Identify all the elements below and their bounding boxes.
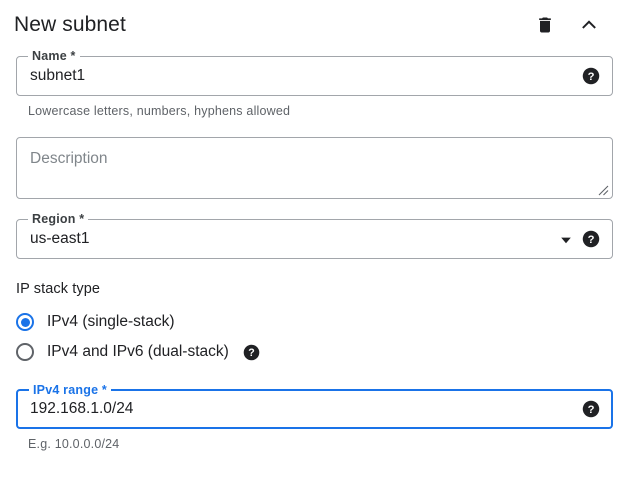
name-field-outline: Name * ? [16, 56, 613, 96]
name-field-group: Name * ? Lowercase letters, numbers, hyp… [16, 56, 613, 119]
description-textarea[interactable] [17, 138, 612, 198]
panel-header: New subnet [0, 0, 629, 46]
subnet-form: Name * ? Lowercase letters, numbers, hyp… [0, 56, 629, 452]
dual-stack-help-icon[interactable]: ? [243, 344, 260, 361]
page-title: New subnet [14, 12, 533, 38]
ip-stack-type-label: IP stack type [16, 279, 613, 299]
radio-option-ipv4-single-stack[interactable]: IPv4 (single-stack) [16, 307, 613, 337]
region-help-icon[interactable]: ? [582, 230, 600, 248]
description-field-outline [16, 137, 613, 199]
radio-label-ipv4-single-stack: IPv4 (single-stack) [47, 312, 174, 332]
ipv4-range-field-label: IPv4 range * [29, 383, 111, 397]
region-field-outline[interactable]: Region * ? [16, 219, 613, 259]
ipv4-range-help-icon[interactable]: ? [582, 400, 600, 418]
region-select-value[interactable] [30, 229, 552, 249]
region-field-row: ? [17, 220, 612, 258]
svg-text:?: ? [588, 234, 595, 246]
ipv4-range-field-group: IPv4 range * ? E.g. 10.0.0.0/24 [16, 389, 613, 452]
svg-text:?: ? [588, 71, 595, 83]
chevron-up-icon [578, 14, 600, 36]
radio-option-ipv4-ipv6-dual-stack[interactable]: IPv4 and IPv6 (dual-stack) ? [16, 337, 613, 367]
name-helper-text: Lowercase letters, numbers, hyphens allo… [16, 96, 613, 119]
name-help-icon[interactable]: ? [582, 67, 600, 85]
chevron-down-icon[interactable] [560, 233, 572, 245]
region-field-group: Region * ? [16, 219, 613, 259]
svg-text:?: ? [588, 404, 595, 416]
ipv4-range-helper-text: E.g. 10.0.0.0/24 [16, 429, 613, 452]
trash-icon [535, 15, 555, 35]
description-field-group [16, 137, 613, 199]
radio-label-ipv4-ipv6-dual-stack: IPv4 and IPv6 (dual-stack) [47, 342, 229, 362]
name-input[interactable] [30, 66, 572, 86]
radio-mark-unselected[interactable] [16, 343, 34, 361]
name-field-label: Name * [28, 49, 80, 63]
region-field-label: Region * [28, 212, 88, 226]
name-field-row: ? [17, 57, 612, 95]
ipv4-range-input[interactable] [30, 399, 572, 419]
delete-subnet-button[interactable] [533, 13, 557, 37]
svg-text:?: ? [248, 347, 254, 359]
radio-mark-selected[interactable] [16, 313, 34, 331]
ip-stack-type-radio-group: IPv4 (single-stack) IPv4 and IPv6 (dual-… [16, 307, 613, 367]
header-actions [533, 13, 615, 37]
ipv4-range-field-outline: IPv4 range * ? [16, 389, 613, 429]
collapse-panel-button[interactable] [577, 13, 601, 37]
